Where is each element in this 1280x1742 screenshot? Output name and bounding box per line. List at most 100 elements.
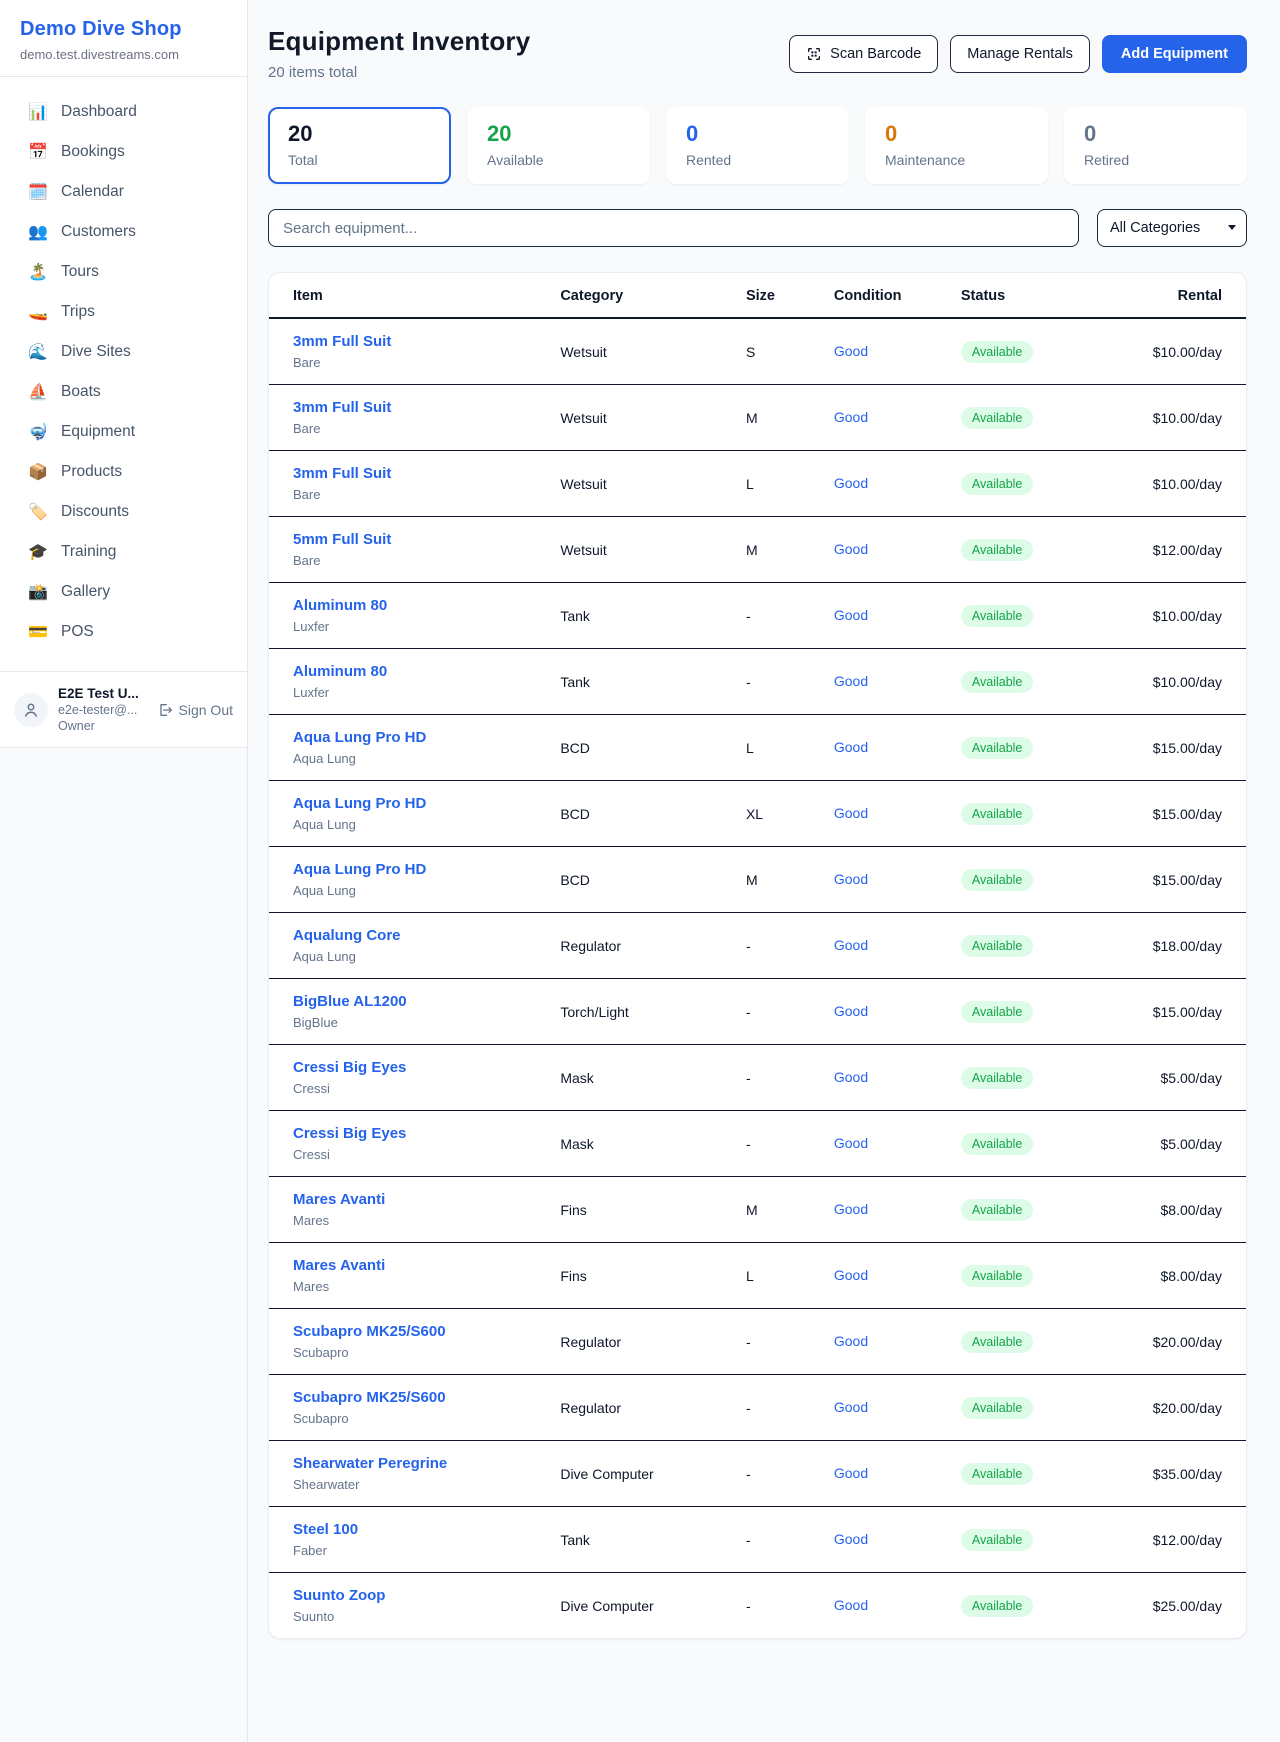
item-condition-link[interactable]: Good	[834, 1597, 868, 1613]
sidebar-item-label: Dashboard	[61, 103, 137, 121]
calendar-icon: 🗓️	[28, 182, 48, 202]
item-size: -	[738, 583, 826, 649]
scan-barcode-button[interactable]: Scan Barcode	[789, 35, 938, 73]
item-condition-link[interactable]: Good	[834, 871, 868, 887]
item-name-link[interactable]: Aqua Lung Pro HD	[293, 729, 544, 746]
item-brand: Aqua Lung	[293, 751, 544, 766]
item-name-link[interactable]: 3mm Full Suit	[293, 333, 544, 350]
item-condition-link[interactable]: Good	[834, 1135, 868, 1151]
item-condition-link[interactable]: Good	[834, 607, 868, 623]
item-condition-link[interactable]: Good	[834, 409, 868, 425]
sidebar-item-discounts[interactable]: 🏷️ Discounts	[12, 493, 235, 531]
sidebar-item-tours[interactable]: 🏝️ Tours	[12, 253, 235, 291]
add-equipment-button[interactable]: Add Equipment	[1102, 35, 1247, 73]
search-input[interactable]	[268, 209, 1079, 247]
status-badge: Available	[961, 407, 1034, 429]
customers-icon: 👥	[28, 222, 48, 242]
item-name-link[interactable]: BigBlue AL1200	[293, 993, 544, 1010]
item-name-link[interactable]: Cressi Big Eyes	[293, 1125, 544, 1142]
item-condition-link[interactable]: Good	[834, 1399, 868, 1415]
stat-card-available[interactable]: 20 Available	[467, 107, 650, 184]
manage-rentals-button[interactable]: Manage Rentals	[950, 35, 1090, 73]
item-name-link[interactable]: Scubapro MK25/S600	[293, 1389, 544, 1406]
sidebar-item-customers[interactable]: 👥 Customers	[12, 213, 235, 251]
sidebar-item-equipment[interactable]: 🤿 Equipment	[12, 413, 235, 451]
sidebar-item-trips[interactable]: 🚤 Trips	[12, 293, 235, 331]
sidebar-item-training[interactable]: 🎓 Training	[12, 533, 235, 571]
item-condition-link[interactable]: Good	[834, 1333, 868, 1349]
item-category: Fins	[552, 1177, 738, 1243]
sidebar-item-boats[interactable]: ⛵ Boats	[12, 373, 235, 411]
item-condition-link[interactable]: Good	[834, 1201, 868, 1217]
equipment-icon: 🤿	[28, 422, 48, 442]
item-rental-price: $15.00/day	[1119, 979, 1246, 1045]
item-rental-price: $20.00/day	[1119, 1375, 1246, 1441]
column-header-status: Status	[953, 273, 1119, 318]
table-header-row: Item Category Size Condition Status Rent…	[269, 273, 1246, 318]
item-name-link[interactable]: 3mm Full Suit	[293, 465, 544, 482]
item-condition-link[interactable]: Good	[834, 1003, 868, 1019]
item-name-link[interactable]: Aqualung Core	[293, 927, 544, 944]
item-condition-link[interactable]: Good	[834, 805, 868, 821]
item-name-link[interactable]: Aqua Lung Pro HD	[293, 861, 544, 878]
barcode-scan-icon	[806, 46, 822, 62]
item-name-link[interactable]: Mares Avanti	[293, 1257, 544, 1274]
add-equipment-label: Add Equipment	[1121, 46, 1228, 62]
item-condition-link[interactable]: Good	[834, 343, 868, 359]
sidebar-item-products[interactable]: 📦 Products	[12, 453, 235, 491]
stat-card-total[interactable]: 20 Total	[268, 107, 451, 184]
table-row: Mares Avanti Mares Fins M Good Available…	[269, 1177, 1246, 1243]
item-brand: Scubapro	[293, 1345, 544, 1360]
item-name-link[interactable]: Aluminum 80	[293, 597, 544, 614]
sidebar-item-label: Calendar	[61, 183, 124, 201]
item-condition-link[interactable]: Good	[834, 1465, 868, 1481]
sidebar-item-bookings[interactable]: 📅 Bookings	[12, 133, 235, 171]
item-size: -	[738, 1441, 826, 1507]
item-name-link[interactable]: Aqua Lung Pro HD	[293, 795, 544, 812]
item-condition-link[interactable]: Good	[834, 739, 868, 755]
item-rental-price: $5.00/day	[1119, 1111, 1246, 1177]
item-name-link[interactable]: Aluminum 80	[293, 663, 544, 680]
stat-card-rented[interactable]: 0 Rented	[666, 107, 849, 184]
item-condition-link[interactable]: Good	[834, 1069, 868, 1085]
item-name-link[interactable]: Cressi Big Eyes	[293, 1059, 544, 1076]
item-brand: Scubapro	[293, 1411, 544, 1426]
table-row: 3mm Full Suit Bare Wetsuit M Good Availa…	[269, 385, 1246, 451]
sidebar-item-label: Customers	[61, 223, 136, 241]
table-row: Aqua Lung Pro HD Aqua Lung BCD XL Good A…	[269, 781, 1246, 847]
sidebar-item-pos[interactable]: 💳 POS	[12, 613, 235, 651]
item-condition-link[interactable]: Good	[834, 541, 868, 557]
item-condition-link[interactable]: Good	[834, 937, 868, 953]
item-condition-link[interactable]: Good	[834, 1531, 868, 1547]
stat-card-maintenance[interactable]: 0 Maintenance	[865, 107, 1048, 184]
item-brand: Mares	[293, 1279, 544, 1294]
sidebar: Demo Dive Shop demo.test.divestreams.com…	[0, 0, 248, 1742]
category-select-wrap: All Categories	[1097, 209, 1247, 247]
item-condition-link[interactable]: Good	[834, 475, 868, 491]
sidebar-item-dashboard[interactable]: 📊 Dashboard	[12, 93, 235, 131]
item-name-link[interactable]: Steel 100	[293, 1521, 544, 1538]
stat-value: 20	[288, 121, 431, 147]
item-name-link[interactable]: Mares Avanti	[293, 1191, 544, 1208]
item-name-link[interactable]: Scubapro MK25/S600	[293, 1323, 544, 1340]
sign-out-button[interactable]: Sign Out	[157, 702, 233, 718]
sidebar-item-dive-sites[interactable]: 🌊 Dive Sites	[12, 333, 235, 371]
sidebar-item-gallery[interactable]: 📸 Gallery	[12, 573, 235, 611]
item-category: Fins	[552, 1243, 738, 1309]
item-name-link[interactable]: Suunto Zoop	[293, 1587, 544, 1604]
item-condition-link[interactable]: Good	[834, 673, 868, 689]
status-badge: Available	[961, 1529, 1034, 1551]
table-row: Steel 100 Faber Tank - Good Available $1…	[269, 1507, 1246, 1573]
item-name-link[interactable]: 3mm Full Suit	[293, 399, 544, 416]
category-select[interactable]: All Categories	[1097, 209, 1247, 247]
column-header-item: Item	[269, 273, 552, 318]
column-header-condition: Condition	[826, 273, 953, 318]
item-name-link[interactable]: 5mm Full Suit	[293, 531, 544, 548]
item-condition-link[interactable]: Good	[834, 1267, 868, 1283]
item-brand: Shearwater	[293, 1477, 544, 1492]
sidebar-item-calendar[interactable]: 🗓️ Calendar	[12, 173, 235, 211]
item-rental-price: $15.00/day	[1119, 715, 1246, 781]
status-badge: Available	[961, 1331, 1034, 1353]
item-name-link[interactable]: Shearwater Peregrine	[293, 1455, 544, 1472]
stat-card-retired[interactable]: 0 Retired	[1064, 107, 1247, 184]
